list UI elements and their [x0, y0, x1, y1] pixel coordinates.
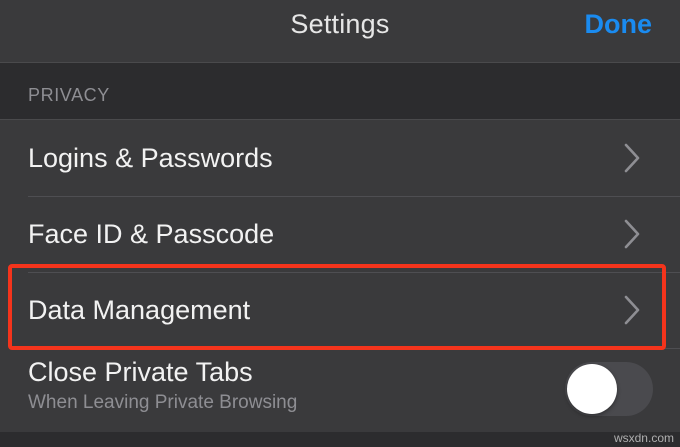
row-label: Logins & Passwords [28, 143, 273, 173]
close-private-tabs-toggle[interactable] [565, 362, 653, 416]
watermark: wsxdn.com [613, 431, 674, 445]
row-data-management[interactable]: Data Management [0, 272, 680, 348]
row-logins-passwords[interactable]: Logins & Passwords [0, 120, 680, 196]
chevron-right-icon [624, 295, 640, 325]
page-title: Settings [290, 9, 390, 39]
done-button[interactable]: Done [585, 0, 653, 50]
settings-screen: Settings Done PRIVACY Logins & Passwords… [0, 0, 680, 447]
row-label: Data Management [28, 295, 251, 325]
row-close-private-tabs: Close Private Tabs When Leaving Private … [0, 348, 680, 432]
row-face-id-passcode[interactable]: Face ID & Passcode [0, 196, 680, 272]
chevron-right-icon [624, 143, 640, 173]
toggle-knob [567, 364, 617, 414]
section-header: PRIVACY [0, 63, 680, 119]
row-label: Face ID & Passcode [28, 219, 275, 249]
privacy-list: Logins & Passwords Face ID & Passcode Da… [0, 119, 680, 432]
section-header-label: PRIVACY [28, 85, 110, 105]
row-label: Close Private Tabs [28, 357, 253, 387]
row-sublabel: When Leaving Private Browsing [28, 392, 298, 413]
navigation-bar: Settings Done [0, 0, 680, 63]
chevron-right-icon [624, 219, 640, 249]
